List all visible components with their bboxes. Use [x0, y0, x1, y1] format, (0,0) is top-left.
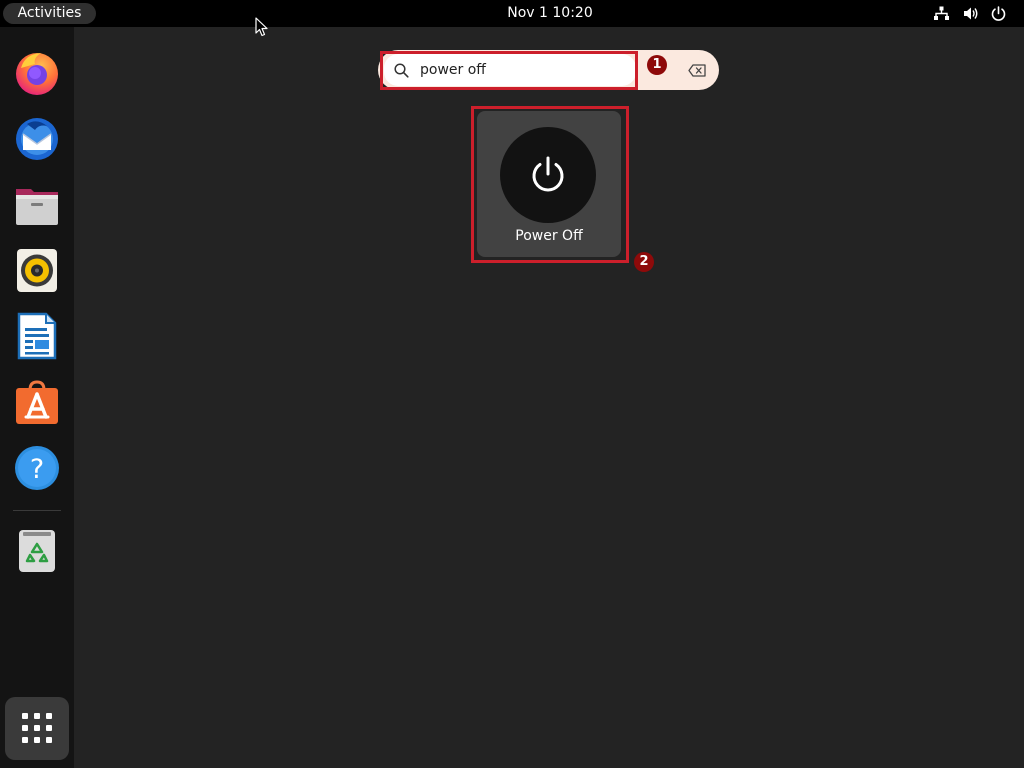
dock-app-software[interactable]: [13, 378, 61, 426]
files-icon: [16, 189, 58, 225]
trash-icon: [19, 530, 55, 572]
dock-app-help[interactable]: ?: [13, 444, 61, 492]
power-icon: [532, 156, 564, 192]
result-label: Power Off: [515, 228, 583, 244]
desktop-screen: Activities Nov 1 10:20 ? power off 1 Pow…: [0, 0, 1024, 768]
dock-app-writer[interactable]: [13, 312, 61, 360]
dock-app-rhythmbox[interactable]: [13, 246, 61, 294]
dock-app-files[interactable]: [13, 180, 61, 228]
top-bar: Activities Nov 1 10:20: [0, 0, 1024, 27]
app-store-icon: [16, 380, 58, 424]
rhythmbox-icon: [17, 249, 57, 292]
volume-icon[interactable]: [962, 5, 979, 22]
power-off-icon-circle: [500, 127, 596, 223]
help-icon: ?: [15, 446, 59, 490]
thunderbird-icon: [16, 118, 58, 160]
svg-text:?: ?: [30, 454, 44, 485]
network-icon[interactable]: [933, 5, 950, 22]
dock-app-firefox[interactable]: [13, 48, 61, 96]
writer-icon: [17, 312, 57, 360]
dock-separator: [13, 510, 61, 511]
search-field[interactable]: [384, 54, 636, 86]
firefox-icon: [16, 53, 58, 95]
show-apps-button[interactable]: [5, 697, 69, 760]
mouse-cursor-icon: [255, 17, 268, 37]
backspace-clear-icon[interactable]: [688, 64, 706, 77]
dock-app-trash[interactable]: [13, 527, 61, 575]
callout-badge-1: 1: [647, 55, 667, 75]
callout-badge-2: 2: [634, 252, 654, 272]
clock[interactable]: Nov 1 10:20: [470, 0, 630, 27]
dock-app-thunderbird[interactable]: [13, 114, 61, 162]
search-input[interactable]: [420, 54, 620, 86]
power-icon[interactable]: [990, 5, 1007, 22]
activities-button[interactable]: Activities: [3, 3, 96, 24]
app-grid-icon: [22, 713, 52, 743]
search-result-power-off[interactable]: Power Off: [477, 111, 621, 257]
dock: ?: [0, 27, 74, 768]
search-icon: [394, 63, 409, 78]
